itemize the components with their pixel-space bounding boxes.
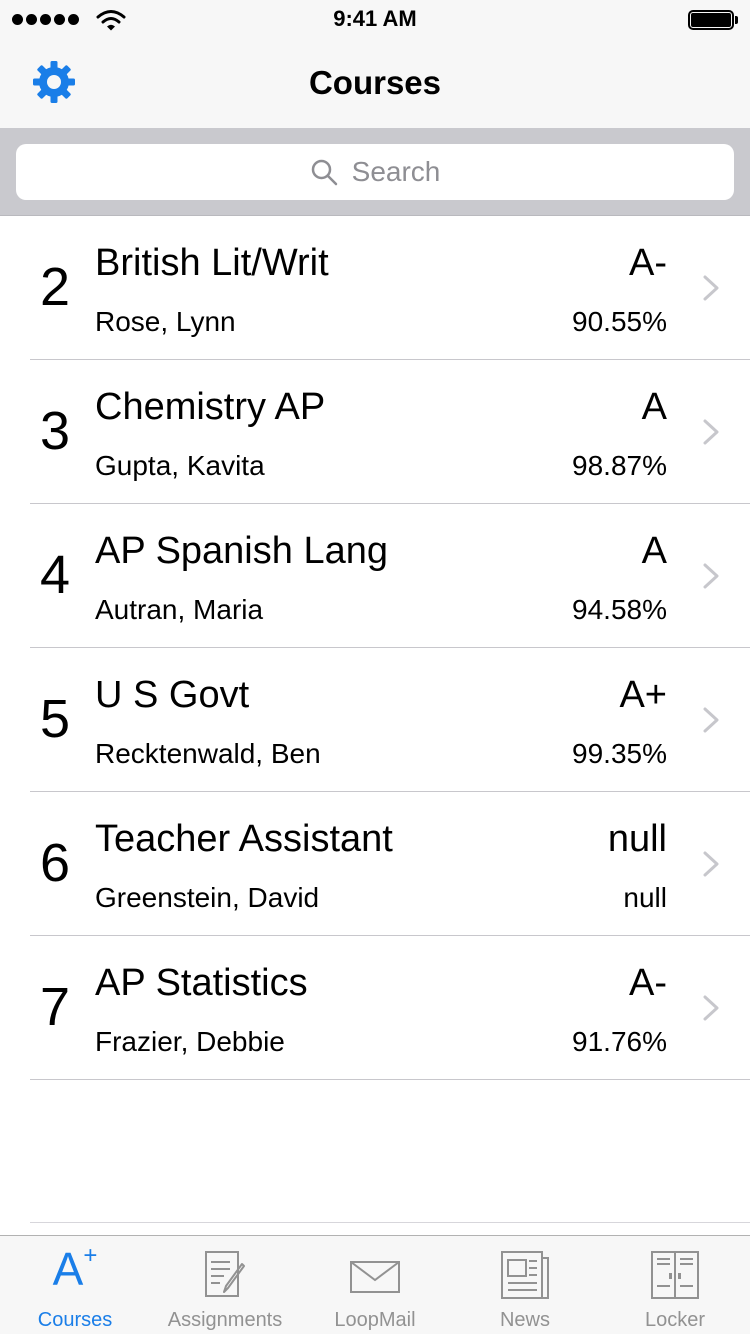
course-grade: null xyxy=(607,818,667,860)
chevron-right-icon xyxy=(703,707,719,733)
tab-label: LoopMail xyxy=(334,1309,416,1331)
course-grade: A xyxy=(641,530,667,572)
divider xyxy=(30,1222,750,1223)
battery-icon xyxy=(688,10,738,30)
locker-icon xyxy=(651,1251,699,1299)
tab-label: Courses xyxy=(37,1309,113,1331)
mail-icon xyxy=(350,1261,400,1293)
course-teacher: Gupta, Kavita xyxy=(95,450,265,481)
course-name: Teacher Assistant xyxy=(95,818,393,860)
course-grade: A- xyxy=(629,962,667,1004)
course-teacher: Frazier, Debbie xyxy=(95,1026,285,1057)
course-percent: null xyxy=(623,882,667,913)
course-row[interactable]: 5 U S Govt Recktenwald, Ben A+ 99.35% xyxy=(0,648,750,792)
tab-label: Assignments xyxy=(167,1309,283,1331)
course-percent: 90.55% xyxy=(572,306,667,337)
page-title: Courses xyxy=(308,64,442,101)
course-row[interactable]: 6 Teacher Assistant Greenstein, David nu… xyxy=(0,792,750,936)
course-percent: 99.35% xyxy=(572,738,667,769)
tab-bar: A+ Courses Assignments LoopMail News Loc… xyxy=(0,1235,750,1334)
tab-label: Locker xyxy=(644,1309,706,1331)
news-icon xyxy=(501,1251,549,1299)
search-input[interactable]: Search xyxy=(16,144,734,200)
a-plus-icon: A+ xyxy=(52,1241,98,1295)
chevron-right-icon xyxy=(703,419,719,445)
course-percent: 94.58% xyxy=(572,594,667,625)
course-row[interactable]: 3 Chemistry AP Gupta, Kavita A 98.87% xyxy=(0,360,750,504)
tab-loopmail[interactable]: LoopMail xyxy=(300,1236,450,1334)
course-period: 5 xyxy=(40,689,71,749)
course-period: 4 xyxy=(40,545,71,605)
status-time: 9:41 AM xyxy=(333,6,417,31)
course-row[interactable]: 7 AP Statistics Frazier, Debbie A- 91.76… xyxy=(0,936,750,1080)
status-bar: 9:41 AM xyxy=(0,0,750,40)
course-row[interactable]: 2 British Lit/Writ Rose, Lynn A- 90.55% xyxy=(0,216,750,360)
course-grade: A xyxy=(641,386,667,428)
tab-assignments[interactable]: Assignments xyxy=(150,1236,300,1334)
course-percent: 98.87% xyxy=(572,450,667,481)
chevron-right-icon xyxy=(703,995,719,1021)
search-icon xyxy=(311,159,337,186)
course-row[interactable]: 4 AP Spanish Lang Autran, Maria A 94.58% xyxy=(0,504,750,648)
course-name: AP Spanish Lang xyxy=(95,530,388,572)
chevron-right-icon xyxy=(703,275,719,301)
course-teacher: Greenstein, David xyxy=(95,882,320,913)
search-placeholder: Search xyxy=(351,156,441,187)
course-period: 3 xyxy=(40,401,71,461)
navigation-bar: Courses xyxy=(0,40,750,128)
course-teacher: Recktenwald, Ben xyxy=(95,738,321,769)
course-name: U S Govt xyxy=(95,674,250,716)
course-name: Chemistry AP xyxy=(95,386,326,428)
tab-courses[interactable]: A+ Courses xyxy=(0,1236,150,1334)
course-period: 6 xyxy=(40,833,71,893)
course-percent: 91.76% xyxy=(572,1026,667,1057)
tab-news[interactable]: News xyxy=(450,1236,600,1334)
course-period: 7 xyxy=(40,977,71,1037)
course-grade: A- xyxy=(629,242,667,284)
chevron-right-icon xyxy=(703,851,719,877)
course-grade: A+ xyxy=(619,674,667,716)
tab-locker[interactable]: Locker xyxy=(600,1236,750,1334)
search-bar-container: Search xyxy=(0,128,750,216)
assignments-icon xyxy=(205,1251,245,1297)
tab-label: News xyxy=(499,1309,550,1331)
course-name: British Lit/Writ xyxy=(95,242,329,284)
course-name: AP Statistics xyxy=(95,962,308,1004)
course-teacher: Rose, Lynn xyxy=(95,306,236,337)
course-period: 2 xyxy=(40,257,71,317)
chevron-right-icon xyxy=(703,563,719,589)
course-teacher: Autran, Maria xyxy=(95,594,264,625)
course-list: 2 British Lit/Writ Rose, Lynn A- 90.55% … xyxy=(0,216,750,1080)
